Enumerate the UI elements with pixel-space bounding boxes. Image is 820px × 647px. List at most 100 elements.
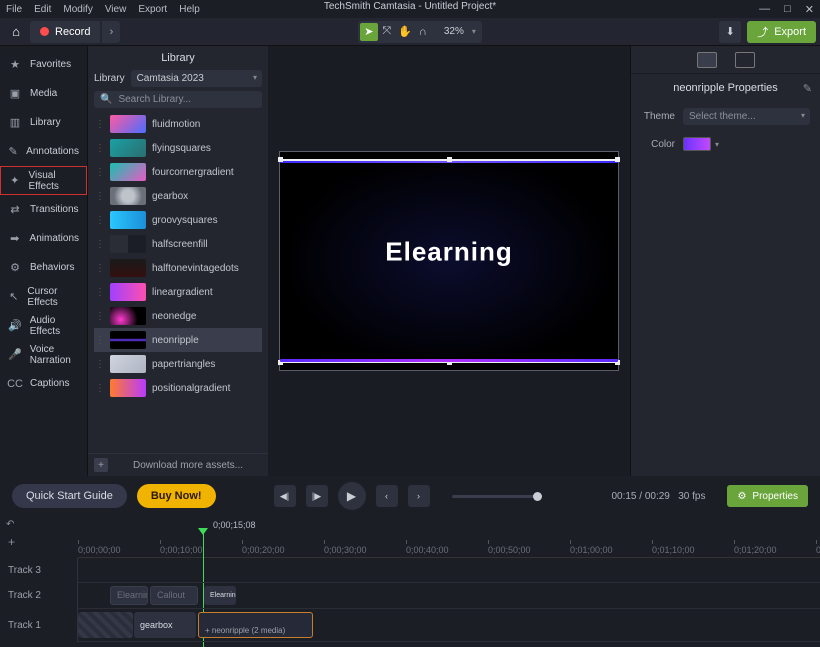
sidebar-item-audio-effects[interactable]: 🔊Audio Effects: [0, 311, 87, 340]
library-item-groovysquares[interactable]: ⋮groovysquares: [94, 208, 262, 232]
handle-tr[interactable]: [615, 157, 620, 162]
canvas-caption[interactable]: Elearning: [385, 237, 512, 268]
crop-tool-icon[interactable]: ⤧: [378, 23, 396, 41]
add-track-button[interactable]: +: [0, 534, 78, 550]
prev-frame-button[interactable]: ◀|: [274, 485, 296, 507]
clip-gearbox[interactable]: gearbox: [134, 612, 196, 638]
sidebar-item-library[interactable]: ▥Library: [0, 108, 87, 137]
library-thumbnail: [110, 163, 146, 181]
properties-tab-other[interactable]: [735, 52, 755, 68]
clip-texture[interactable]: [78, 612, 133, 638]
handle-tc[interactable]: [447, 157, 452, 162]
playhead-time: 0;00;15;08: [213, 520, 256, 530]
properties-title-text: neonripple Properties: [673, 82, 778, 94]
canvas[interactable]: Elearning: [279, 151, 619, 371]
sidebar-item-media[interactable]: ▣Media: [0, 79, 87, 108]
magnet-tool-icon[interactable]: ∩: [414, 23, 432, 41]
drag-handle-icon: ⋮: [96, 191, 104, 202]
drag-handle-icon: ⋮: [96, 167, 104, 178]
neon-bottom: [280, 359, 618, 362]
clip-elearning-ghost[interactable]: Elearning: [110, 586, 148, 605]
pan-tool-icon[interactable]: ✋: [396, 23, 414, 41]
track-1-label[interactable]: Track 1: [0, 609, 78, 642]
library-thumbnail: [110, 139, 146, 157]
library-item-fluidmotion[interactable]: ⋮fluidmotion: [94, 112, 262, 136]
library-item-fourcornergradient[interactable]: ⋮fourcornergradient: [94, 160, 262, 184]
library-item-halfscreenfill[interactable]: ⋮halfscreenfill: [94, 232, 262, 256]
theme-dropdown[interactable]: Select theme...: [683, 108, 810, 125]
clip-group-neonripple[interactable]: + neonripple (2 media): [198, 612, 313, 638]
track-3-label[interactable]: Track 3: [0, 558, 78, 584]
menu-modify[interactable]: Modify: [63, 4, 92, 15]
undo-icon[interactable]: ↶: [6, 519, 14, 530]
edit-icon[interactable]: ✎: [803, 82, 812, 95]
library-item-papertriangles[interactable]: ⋮papertriangles: [94, 352, 262, 376]
buy-now-button[interactable]: Buy Now!: [137, 484, 216, 508]
home-button[interactable]: ⌂: [4, 20, 28, 44]
sidebar-icon: ⚙: [8, 261, 22, 275]
properties-button[interactable]: ⚙ Properties: [727, 485, 808, 507]
library-dropdown[interactable]: Camtasia 2023: [131, 70, 262, 87]
sidebar-item-visual-effects[interactable]: ✦Visual Effects: [0, 166, 87, 195]
sidebar-icon: ➡: [8, 232, 22, 246]
zoom-slider[interactable]: [452, 495, 542, 498]
sidebar-item-transitions[interactable]: ⇄Transitions: [0, 195, 87, 224]
library-item-positionalgradient[interactable]: ⋮positionalgradient: [94, 376, 262, 400]
next-marker-button[interactable]: ›: [408, 485, 430, 507]
clip-elearning2[interactable]: Elearning: [204, 586, 236, 605]
library-item-halftonevintagedots[interactable]: ⋮halftonevintagedots: [94, 256, 262, 280]
track-2-label[interactable]: Track 2: [0, 583, 78, 609]
play-button[interactable]: ▶: [338, 482, 366, 510]
record-dropdown[interactable]: ›: [102, 21, 120, 43]
color-swatch-wrap: ▾: [683, 137, 719, 151]
search-input[interactable]: 🔍 Search Library...: [94, 91, 262, 108]
sidebar-item-captions[interactable]: CCCaptions: [0, 369, 87, 398]
record-icon: [40, 27, 49, 36]
properties-tabs: [631, 46, 820, 74]
minimize-icon[interactable]: —: [759, 3, 770, 16]
sidebar-item-cursor-effects[interactable]: ↖Cursor Effects: [0, 282, 87, 311]
ruler-tick: 0;00;20;00: [242, 540, 285, 555]
color-swatch[interactable]: [683, 137, 711, 151]
sidebar-item-voice-narration[interactable]: 🎤Voice Narration: [0, 340, 87, 369]
color-swatch-chev[interactable]: ▾: [715, 140, 719, 149]
canvas-area: Elearning: [268, 46, 630, 476]
close-icon[interactable]: ✕: [805, 3, 814, 16]
library-item-neonedge[interactable]: ⋮neonedge: [94, 304, 262, 328]
export-button[interactable]: ⤴ Export: [747, 21, 816, 43]
sidebar-item-favorites[interactable]: ★Favorites: [0, 50, 87, 79]
timeline-ruler[interactable]: 0;00;15;08 0;00;00;000;00;10;000;00;20;0…: [78, 534, 820, 558]
sidebar-item-annotations[interactable]: ✎Annotations: [0, 137, 87, 166]
download-button[interactable]: ⬇: [719, 21, 741, 43]
library-item-gearbox[interactable]: ⋮gearbox: [94, 184, 262, 208]
properties-tab-visual[interactable]: [697, 52, 717, 68]
prev-marker-button[interactable]: ‹: [376, 485, 398, 507]
download-more-link[interactable]: Download more assets...: [114, 460, 262, 471]
library-item-flyingsquares[interactable]: ⋮flyingsquares: [94, 136, 262, 160]
quickstart-button[interactable]: Quick Start Guide: [12, 484, 127, 508]
clip-callout[interactable]: Callout: [150, 586, 198, 605]
handle-tl[interactable]: [278, 157, 283, 162]
track-1-lane[interactable]: gearbox + neonripple (2 media): [78, 609, 820, 642]
menu-view[interactable]: View: [105, 4, 127, 15]
menu-edit[interactable]: Edit: [34, 4, 51, 15]
maximize-icon[interactable]: □: [784, 3, 791, 16]
next-frame-button[interactable]: |▶: [306, 485, 328, 507]
library-item-lineargradient[interactable]: ⋮lineargradient: [94, 280, 262, 304]
pointer-tool-icon[interactable]: ➤: [360, 23, 378, 41]
sidebar-item-behaviors[interactable]: ⚙Behaviors: [0, 253, 87, 282]
zoom-dropdown[interactable]: 32%: [436, 23, 480, 41]
library-selector-label: Library: [94, 73, 125, 84]
menu-help[interactable]: Help: [179, 4, 200, 15]
library-item-neonripple[interactable]: ⋮neonripple: [94, 328, 262, 352]
menu-file[interactable]: File: [6, 4, 22, 15]
sidebar-item-animations[interactable]: ➡Animations: [0, 224, 87, 253]
export-label: Export: [774, 26, 806, 38]
add-asset-button[interactable]: +: [94, 458, 108, 472]
track-2-lane[interactable]: Elearning Callout Elearning: [78, 583, 820, 609]
track-3-lane[interactable]: [78, 558, 820, 584]
zoom-slider-handle[interactable]: [533, 492, 542, 501]
record-button[interactable]: Record: [30, 21, 100, 43]
menu-export[interactable]: Export: [138, 4, 167, 15]
library-thumbnail: [110, 283, 146, 301]
